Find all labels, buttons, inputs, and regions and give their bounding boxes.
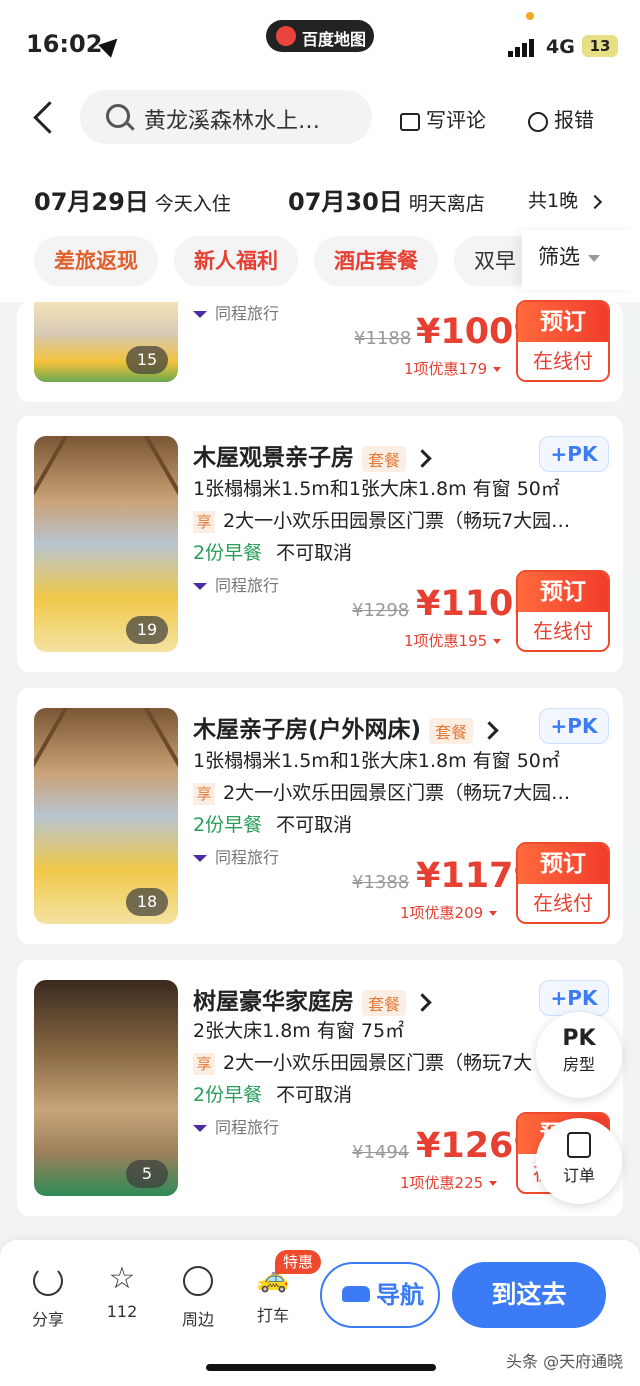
tongcheng-logo-icon: [193, 583, 207, 590]
chip-travel-cashback[interactable]: 差旅返现: [34, 236, 158, 286]
photo-count: 19: [126, 616, 168, 644]
source: 同程旅行: [193, 1114, 279, 1138]
tongcheng-logo-icon: [193, 1125, 207, 1132]
checkin-date[interactable]: 07月29日 今天入住: [34, 182, 231, 217]
promo-line: 享2大一小欢乐田园景区门票（畅玩7大园…: [193, 506, 593, 533]
car-icon: [342, 1286, 370, 1302]
room-name[interactable]: 树屋豪华家庭房 套餐: [193, 982, 432, 1016]
breakfast-policy: 2份早餐 不可取消: [193, 814, 353, 836]
bottom-bar: 分享 ☆ 112 周边 🚕 打车 特惠 导航 到这去 头条 @天府通晓: [0, 1240, 640, 1386]
favorite-button[interactable]: ☆ 112: [92, 1261, 152, 1322]
chevron-right-icon: [413, 993, 432, 1012]
discount[interactable]: 1项优惠179: [404, 358, 501, 379]
discount[interactable]: 1项优惠225: [400, 1172, 497, 1193]
header: 黄龙溪森林水上… 写评论 报错 07月29日 今天入住 07月30日 明天离店 共1…: [0, 90, 640, 302]
checkout-date[interactable]: 07月30日 明天离店: [288, 182, 485, 217]
comment-icon: [400, 112, 420, 131]
room-pk-float-button[interactable]: PK 房型: [536, 1012, 622, 1098]
dropdown-icon: [588, 254, 600, 262]
original-price: ¥1298: [352, 600, 410, 621]
back-arrow-icon[interactable]: [33, 101, 66, 134]
photo-detail: [34, 708, 68, 813]
signal-icon: [508, 38, 536, 57]
breakfast-policy: 2份早餐 不可取消: [193, 1084, 353, 1106]
photo-count: 5: [126, 1160, 168, 1188]
photo-detail: [34, 436, 68, 541]
room-photo[interactable]: 5: [34, 980, 178, 1196]
share-icon: [33, 1266, 63, 1296]
baidu-map-logo-icon: [276, 26, 296, 46]
room-name[interactable]: 木屋观景亲子房 套餐: [193, 438, 432, 472]
search-query: 黄龙溪森林水上…: [144, 109, 321, 134]
photo-count: 18: [126, 888, 168, 916]
compass-icon: [183, 1266, 213, 1296]
room-name[interactable]: 木屋亲子房(户外网床) 套餐: [193, 710, 499, 744]
search-bar[interactable]: 黄龙溪森林水上…: [80, 90, 372, 144]
promo-line: 享2大一小欢乐田园景区门票（畅玩7大园…: [193, 1048, 533, 1075]
promo-tag: 享: [193, 1053, 215, 1075]
book-button[interactable]: 预订在线付: [516, 842, 610, 924]
original-price: ¥1494: [352, 1142, 410, 1163]
package-tag: 套餐: [362, 989, 407, 1016]
taxi-button[interactable]: 🚕 打车: [243, 1266, 303, 1326]
original-price: ¥1188: [354, 328, 412, 349]
package-tag: 套餐: [429, 717, 474, 744]
star-icon: ☆: [108, 1261, 136, 1296]
photo-count: 15: [126, 346, 168, 374]
add-pk-button[interactable]: +PK: [539, 436, 609, 472]
discount[interactable]: 1项优惠209: [400, 902, 497, 923]
chevron-right-icon: [480, 721, 499, 740]
order-float-button[interactable]: 订单: [536, 1118, 622, 1204]
app-indicator[interactable]: 百度地图: [266, 20, 374, 52]
chip-new-user[interactable]: 新人福利: [174, 236, 298, 286]
write-review-button[interactable]: 写评论: [400, 104, 486, 133]
navigate-button[interactable]: 导航: [320, 1262, 440, 1328]
chevron-right-icon: [413, 449, 432, 468]
promo-line: 享2大一小欢乐田园景区门票（畅玩7大园…: [193, 778, 593, 805]
promo-tag: 享: [193, 783, 215, 805]
chip-hotel-package[interactable]: 酒店套餐: [314, 236, 438, 286]
tongcheng-logo-icon: [193, 855, 207, 862]
room-details: 2张大床1.8m 有窗 75㎡: [193, 1020, 405, 1042]
clock: 16:02: [26, 30, 103, 58]
room-photo[interactable]: 19: [34, 436, 178, 652]
share-button[interactable]: 分享: [18, 1266, 78, 1330]
network-type: 4G: [546, 36, 575, 58]
app-name: 百度地图: [302, 30, 367, 49]
package-tag: 套餐: [362, 445, 407, 472]
order-icon: [567, 1132, 591, 1158]
nearby-button[interactable]: 周边: [168, 1266, 228, 1330]
tongcheng-logo-icon: [193, 311, 207, 318]
pk-icon: PK: [562, 1026, 596, 1051]
report-error-button[interactable]: 报错: [528, 104, 594, 133]
book-button[interactable]: 预订在线付: [516, 300, 610, 382]
original-price: ¥1388: [352, 872, 410, 893]
source: 同程旅行: [193, 844, 279, 868]
special-offer-badge: 特惠: [275, 1250, 321, 1274]
nights-count[interactable]: 共1晚: [528, 186, 600, 213]
status-bar: 16:02 百度地图 4G 13: [0, 0, 640, 90]
room-photo[interactable]: 15: [34, 302, 178, 382]
room-photo[interactable]: 18: [34, 708, 178, 924]
breakfast-policy: 2份早餐 不可取消: [193, 542, 353, 564]
search-icon: [106, 104, 130, 128]
discount[interactable]: 1项优惠195: [404, 630, 501, 651]
room-details: 1张榻榻米1.5m和1张大床1.8m 有窗 50㎡: [193, 750, 560, 772]
filter-button[interactable]: 筛选: [522, 230, 640, 290]
add-pk-button[interactable]: +PK: [539, 708, 609, 744]
watermark: 头条 @天府通晓: [506, 1352, 624, 1371]
privacy-dot: [526, 12, 534, 20]
alert-icon: [528, 111, 548, 132]
battery-icon: 13: [582, 35, 618, 57]
promo-tag: 享: [193, 511, 215, 533]
photo-detail: [144, 708, 178, 813]
home-indicator: [206, 1364, 436, 1371]
photo-detail: [144, 436, 178, 541]
source: 同程旅行: [193, 572, 279, 596]
book-button[interactable]: 预订在线付: [516, 570, 610, 652]
go-here-button[interactable]: 到这去: [452, 1262, 606, 1328]
add-pk-button[interactable]: +PK: [539, 980, 609, 1016]
source: 同程旅行: [193, 300, 279, 324]
room-details: 1张榻榻米1.5m和1张大床1.8m 有窗 50㎡: [193, 478, 560, 500]
